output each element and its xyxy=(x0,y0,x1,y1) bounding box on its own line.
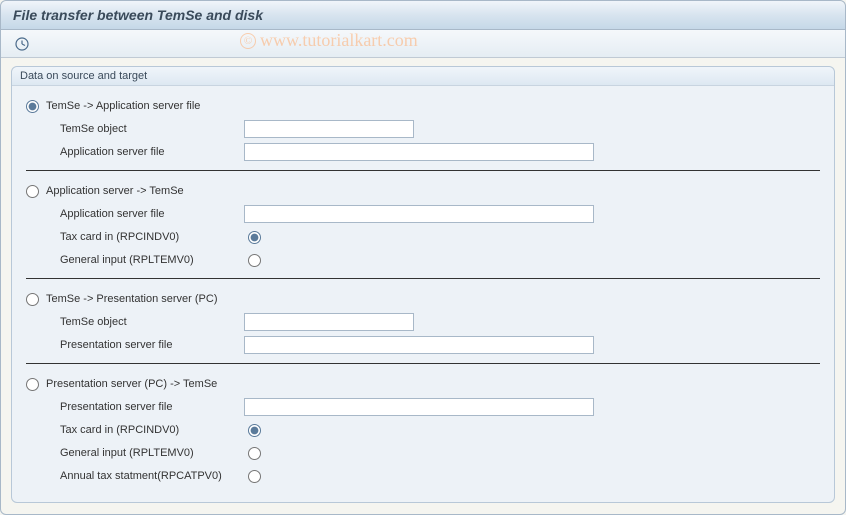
appserver-file-input[interactable] xyxy=(244,143,594,161)
execute-button[interactable] xyxy=(11,34,33,54)
page-title: File transfer between TemSe and disk xyxy=(13,7,833,23)
section-temse-to-appserver: TemSe -> Application server file TemSe o… xyxy=(26,92,820,170)
group-title: Data on source and target xyxy=(12,67,834,86)
toolbar xyxy=(1,30,845,58)
field-label: Presentation server file xyxy=(44,339,244,351)
radio-general-input-2[interactable] xyxy=(248,447,261,460)
window-header: File transfer between TemSe and disk xyxy=(1,1,845,30)
sub-radio-label: General input (RPLTEMV0) xyxy=(44,254,244,266)
presentation-file-input-2[interactable] xyxy=(244,398,594,416)
radio-tax-card-in-1[interactable] xyxy=(248,231,261,244)
sub-radio-label: Annual tax statment(RPCATPV0) xyxy=(44,470,244,482)
group-body: TemSe -> Application server file TemSe o… xyxy=(12,86,834,502)
field-label: Presentation server file xyxy=(44,401,244,413)
radio-annual-tax-statement[interactable] xyxy=(248,470,261,483)
direction-label: Application server -> TemSe xyxy=(44,185,244,197)
direction-label: TemSe -> Presentation server (PC) xyxy=(44,293,264,305)
appserver-file-input-2[interactable] xyxy=(244,205,594,223)
temse-object-input[interactable] xyxy=(244,120,414,138)
field-label: Application server file xyxy=(44,146,244,158)
sub-radio-label: General input (RPLTEMV0) xyxy=(44,447,244,459)
radio-general-input-1[interactable] xyxy=(248,254,261,267)
radio-temse-to-appserver[interactable] xyxy=(26,100,39,113)
sub-radio-label: Tax card in (RPCINDV0) xyxy=(44,231,244,243)
direction-label: Presentation server (PC) -> TemSe xyxy=(44,378,264,390)
section-pc-to-temse: Presentation server (PC) -> TemSe Presen… xyxy=(26,363,820,494)
radio-tax-card-in-2[interactable] xyxy=(248,424,261,437)
section-appserver-to-temse: Application server -> TemSe Application … xyxy=(26,170,820,278)
section-temse-to-pc: TemSe -> Presentation server (PC) TemSe … xyxy=(26,278,820,363)
group-source-target: Data on source and target TemSe -> Appli… xyxy=(11,66,835,503)
direction-label: TemSe -> Application server file xyxy=(44,100,244,112)
radio-appserver-to-temse[interactable] xyxy=(26,185,39,198)
field-label: TemSe object xyxy=(44,316,244,328)
sub-radio-label: Tax card in (RPCINDV0) xyxy=(44,424,244,436)
clock-execute-icon xyxy=(15,37,29,51)
content-area: Data on source and target TemSe -> Appli… xyxy=(1,58,845,511)
field-label: TemSe object xyxy=(44,123,244,135)
presentation-file-input[interactable] xyxy=(244,336,594,354)
radio-pc-to-temse[interactable] xyxy=(26,378,39,391)
temse-object-input-2[interactable] xyxy=(244,313,414,331)
radio-temse-to-pc[interactable] xyxy=(26,293,39,306)
field-label: Application server file xyxy=(44,208,244,220)
